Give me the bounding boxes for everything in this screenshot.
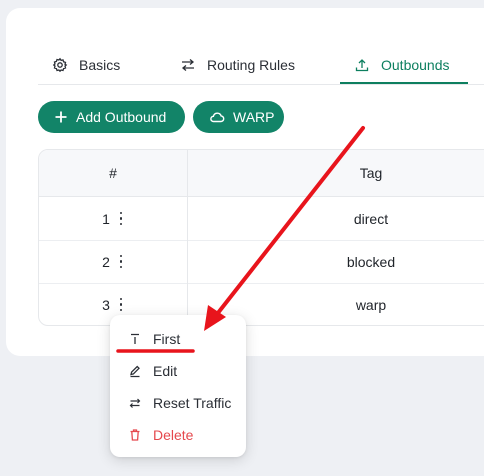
warp-button[interactable]: WARP: [193, 101, 284, 133]
menu-item-delete-label: Delete: [153, 427, 194, 443]
menu-item-reset-traffic-label: Reset Traffic: [153, 395, 232, 411]
column-divider: [187, 150, 188, 325]
add-outbound-button[interactable]: Add Outbound: [38, 101, 185, 133]
more-actions-icon[interactable]: [118, 297, 124, 312]
menu-item-reset-traffic[interactable]: Reset Traffic: [110, 387, 246, 419]
upload-icon: [354, 57, 370, 73]
column-header-tag: Tag: [359, 165, 383, 181]
row-index-cell: 2: [39, 240, 187, 283]
tab-basics-label: Basics: [79, 57, 121, 73]
menu-item-first[interactable]: First: [110, 323, 246, 355]
active-tab-indicator: [340, 82, 468, 84]
table-row: 2 blocked: [39, 240, 484, 284]
row-index: 3: [102, 296, 110, 313]
align-top-icon: [128, 332, 142, 346]
tab-outbounds-label: Outbounds: [381, 57, 450, 73]
more-actions-icon[interactable]: [118, 211, 124, 226]
reset-icon: [128, 396, 142, 410]
row-index: 1: [102, 210, 110, 227]
swap-icon: [180, 57, 196, 73]
tab-routing-rules[interactable]: Routing Rules: [180, 46, 295, 84]
edit-icon: [128, 364, 142, 378]
plus-icon: [54, 110, 68, 124]
menu-item-delete[interactable]: Delete: [110, 419, 246, 451]
gear-icon: [52, 57, 68, 73]
trash-icon: [128, 428, 142, 442]
outbounds-table: # Tag 1 direct 2 blocked 3 warp: [38, 149, 484, 326]
warp-label: WARP: [233, 109, 275, 125]
table-header: # Tag: [39, 150, 484, 197]
tab-bar: Basics Routing Rules Outbounds: [38, 46, 484, 85]
menu-item-edit[interactable]: Edit: [110, 355, 246, 387]
tab-routing-rules-label: Routing Rules: [207, 57, 295, 73]
add-outbound-label: Add Outbound: [76, 109, 167, 125]
row-index: 2: [102, 253, 110, 270]
tab-outbounds[interactable]: Outbounds: [354, 46, 450, 84]
tab-basics[interactable]: Basics: [52, 46, 120, 84]
table-row: 3 warp: [39, 283, 484, 325]
row-tag: blocked: [346, 253, 396, 270]
more-actions-icon[interactable]: [118, 254, 124, 269]
menu-item-first-label: First: [153, 331, 181, 347]
table-row: 1 direct: [39, 197, 484, 241]
column-header-index: #: [109, 165, 117, 181]
row-tag: direct: [353, 210, 389, 227]
row-index-cell: 1: [39, 197, 187, 240]
cloud-icon: [209, 110, 225, 124]
menu-item-edit-label: Edit: [153, 363, 178, 379]
row-actions-menu: First Edit Reset Traffic Delete: [110, 315, 246, 457]
